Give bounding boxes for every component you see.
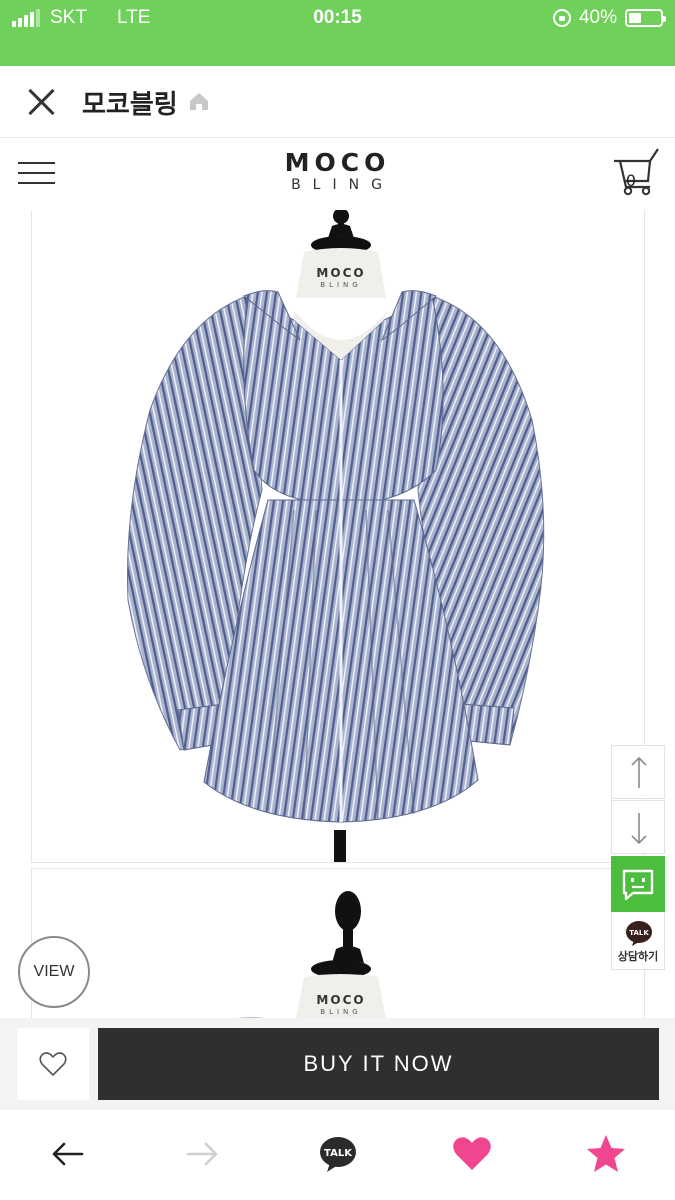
shop-header: MOCO BLING 0 <box>0 138 675 210</box>
talk-bubble-icon: TALK <box>320 1137 356 1172</box>
arrow-left-icon[interactable] <box>46 1132 90 1176</box>
bottom-nav: TALK <box>0 1110 675 1200</box>
kakao-talk-button[interactable]: TALK <box>316 1132 360 1176</box>
wishlist-button[interactable] <box>17 1028 89 1100</box>
battery-icon <box>625 9 666 27</box>
mannequin-logo-2: BLING <box>320 281 361 289</box>
kakao-talk-consult-button[interactable]: TALK 상담하기 <box>611 912 665 970</box>
scroll-up-button[interactable] <box>611 745 665 799</box>
product-image-main[interactable]: MOCO BLING <box>31 210 645 863</box>
battery-percent: 40% <box>578 7 617 28</box>
arrow-down-icon <box>631 813 647 845</box>
home-icon[interactable] <box>188 90 210 112</box>
nav-talk-label: TALK <box>324 1148 353 1159</box>
dress-illustration: MOCO BLING <box>126 210 545 862</box>
rotation-lock-icon <box>552 9 571 27</box>
arrow-up-icon <box>631 756 647 788</box>
view-button[interactable]: VIEW <box>18 936 90 1008</box>
heart-outline-icon <box>39 1052 67 1076</box>
status-right: 40% <box>552 7 666 29</box>
logo-line-1: MOCO <box>284 148 391 177</box>
app-title: 모코블링 <box>82 90 178 120</box>
cart-button[interactable]: 0 <box>612 147 664 197</box>
arrow-right-icon[interactable] <box>180 1132 224 1176</box>
talk-consult-label: 상담하기 <box>617 950 659 963</box>
cart-count: 0 <box>625 171 637 190</box>
status-bar: SKT LTE 00:15 40% <box>0 0 675 66</box>
mannequin-illustration: MOCO BLING <box>218 891 388 1027</box>
chat-button[interactable] <box>611 856 665 912</box>
shop-logo[interactable]: MOCO BLING <box>0 148 675 193</box>
product-image-second[interactable]: MOCO BLING <box>31 868 645 1028</box>
chat-icon <box>622 869 654 901</box>
talk-badge-icon: TALK <box>626 921 652 946</box>
app-bar: 모코블링 <box>0 66 675 138</box>
mannequin-logo-3: MOCO <box>316 993 365 1007</box>
buy-it-now-button[interactable]: BUY IT NOW <box>98 1028 659 1100</box>
mannequin-logo-4: BLING <box>320 1008 361 1016</box>
close-icon[interactable] <box>26 87 56 117</box>
heart-icon[interactable] <box>450 1132 494 1176</box>
logo-line-2: BLING <box>291 177 394 193</box>
page: SKT LTE 00:15 40% 모코블링 MOCO BLING 0 MOCO… <box>0 0 675 1200</box>
scroll-down-button[interactable] <box>611 800 665 854</box>
mannequin-logo-1: MOCO <box>316 266 365 280</box>
buy-bar: BUY IT NOW <box>0 1018 675 1110</box>
talk-badge-text: TALK <box>629 929 649 937</box>
star-icon[interactable] <box>584 1132 628 1176</box>
